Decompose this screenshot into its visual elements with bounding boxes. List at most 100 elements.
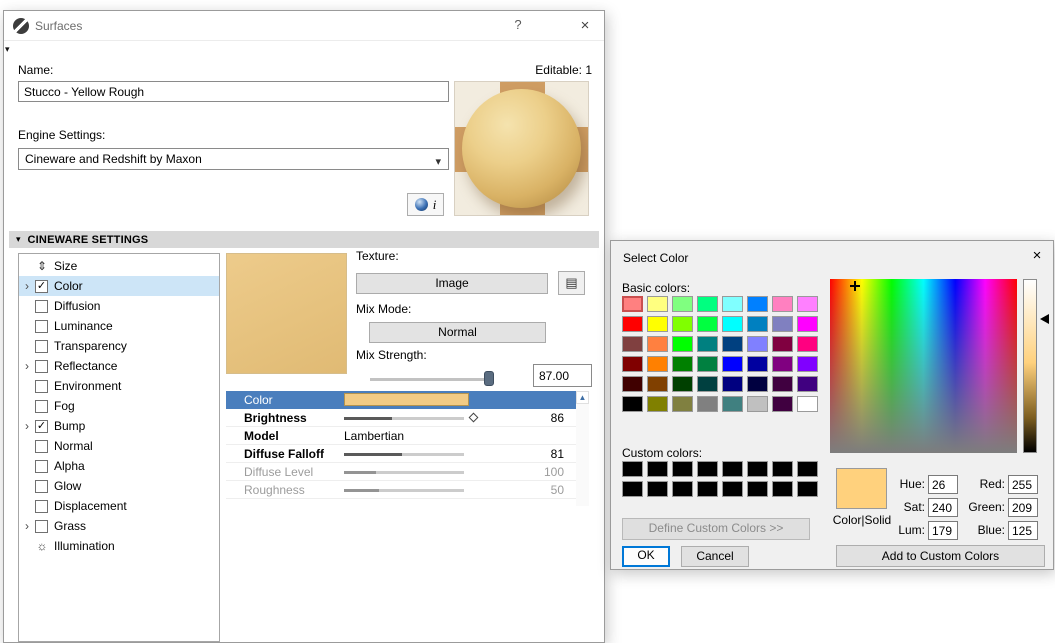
hue-input[interactable] xyxy=(928,475,958,494)
sat-input[interactable] xyxy=(928,498,958,517)
blue-input[interactable] xyxy=(1008,521,1038,540)
basic-color-swatch[interactable] xyxy=(797,336,818,352)
channel-checkbox-alpha[interactable] xyxy=(35,460,48,473)
basic-color-swatch[interactable] xyxy=(797,316,818,332)
custom-color-swatch[interactable] xyxy=(622,481,643,497)
basic-color-swatch[interactable] xyxy=(622,296,643,312)
channel-item-size[interactable]: ⇕Size xyxy=(19,256,219,276)
channel-checkbox-reflectance[interactable] xyxy=(35,360,48,373)
channel-checkbox-transparency[interactable] xyxy=(35,340,48,353)
luminance-bar[interactable] xyxy=(1023,279,1037,453)
basic-color-swatch[interactable] xyxy=(722,396,743,412)
channel-checkbox-glow[interactable] xyxy=(35,480,48,493)
channel-checkbox-bump[interactable]: ✓ xyxy=(35,420,48,433)
basic-color-swatch[interactable] xyxy=(747,376,768,392)
custom-color-swatch[interactable] xyxy=(647,461,668,477)
basic-color-swatch[interactable] xyxy=(697,316,718,332)
texture-image-button[interactable]: Image xyxy=(356,273,548,294)
basic-color-swatch[interactable] xyxy=(622,396,643,412)
basic-color-swatch[interactable] xyxy=(772,316,793,332)
mix-mode-button[interactable]: Normal xyxy=(369,322,546,343)
channel-item-reflectance[interactable]: ›Reflectance xyxy=(19,356,219,376)
slider-track[interactable] xyxy=(344,417,464,420)
basic-color-swatch[interactable] xyxy=(647,316,668,332)
expand-arrow-icon[interactable]: › xyxy=(19,360,35,372)
lum-input[interactable] xyxy=(928,521,958,540)
basic-color-swatch[interactable] xyxy=(697,376,718,392)
basic-color-swatch[interactable] xyxy=(647,376,668,392)
mix-strength-value-input[interactable] xyxy=(533,364,592,387)
cinema4d-button[interactable]: i xyxy=(407,193,444,216)
channel-checkbox-luminance[interactable] xyxy=(35,320,48,333)
channel-item-displacement[interactable]: Displacement xyxy=(19,496,219,516)
basic-color-swatch[interactable] xyxy=(797,396,818,412)
property-row-diffuse-falloff[interactable]: Diffuse Falloff81 xyxy=(226,445,576,463)
basic-color-swatch[interactable] xyxy=(722,336,743,352)
channel-checkbox-grass[interactable] xyxy=(35,520,48,533)
basic-color-swatch[interactable] xyxy=(747,336,768,352)
engine-settings-dropdown[interactable]: Cineware and Redshift by Maxon ▾ xyxy=(18,148,449,170)
slider-track[interactable] xyxy=(344,453,464,456)
custom-color-swatch[interactable] xyxy=(697,461,718,477)
basic-color-swatch[interactable] xyxy=(797,356,818,372)
channel-item-luminance[interactable]: Luminance xyxy=(19,316,219,336)
channel-item-environment[interactable]: Environment xyxy=(19,376,219,396)
slider-diamond-handle[interactable] xyxy=(469,413,479,423)
basic-color-swatch[interactable] xyxy=(797,376,818,392)
slider-track[interactable] xyxy=(344,471,464,474)
property-row-brightness[interactable]: Brightness86 xyxy=(226,409,576,427)
custom-color-swatch[interactable] xyxy=(672,481,693,497)
property-row-roughness[interactable]: Roughness50 xyxy=(226,481,576,499)
green-input[interactable] xyxy=(1008,498,1038,517)
basic-color-swatch[interactable] xyxy=(672,296,693,312)
channel-checkbox-fog[interactable] xyxy=(35,400,48,413)
expand-arrow-icon[interactable]: › xyxy=(19,520,35,532)
basic-color-swatch[interactable] xyxy=(772,356,793,372)
basic-color-swatch[interactable] xyxy=(797,296,818,312)
basic-color-swatch[interactable] xyxy=(697,396,718,412)
basic-color-swatch[interactable] xyxy=(747,296,768,312)
basic-color-swatch[interactable] xyxy=(622,356,643,372)
custom-color-swatch[interactable] xyxy=(647,481,668,497)
channel-item-alpha[interactable]: Alpha xyxy=(19,456,219,476)
basic-color-swatch[interactable] xyxy=(622,336,643,352)
basic-color-swatch[interactable] xyxy=(647,336,668,352)
basic-color-swatch[interactable] xyxy=(697,336,718,352)
cancel-button[interactable]: Cancel xyxy=(681,546,749,567)
basic-color-swatch[interactable] xyxy=(697,356,718,372)
basic-color-swatch[interactable] xyxy=(722,376,743,392)
basic-color-swatch[interactable] xyxy=(772,336,793,352)
basic-color-swatch[interactable] xyxy=(647,396,668,412)
scroll-up-arrow-icon[interactable]: ▲ xyxy=(576,391,589,404)
basic-color-swatch[interactable] xyxy=(672,356,693,372)
help-button[interactable]: ? xyxy=(507,17,529,37)
mix-strength-slider-track[interactable] xyxy=(370,378,487,381)
channel-item-bump[interactable]: ›✓Bump xyxy=(19,416,219,436)
custom-color-swatch[interactable] xyxy=(747,461,768,477)
surfaces-titlebar[interactable]: Surfaces ? × xyxy=(4,11,604,41)
panel-collapse-arrow-icon[interactable]: ▾ xyxy=(5,44,10,55)
channel-item-grass[interactable]: ›Grass xyxy=(19,516,219,536)
basic-color-swatch[interactable] xyxy=(697,296,718,312)
custom-color-swatch[interactable] xyxy=(772,481,793,497)
close-icon[interactable]: × xyxy=(1021,241,1053,270)
custom-color-swatch[interactable] xyxy=(772,461,793,477)
custom-color-swatch[interactable] xyxy=(747,481,768,497)
channel-checkbox-displacement[interactable] xyxy=(35,500,48,513)
basic-color-swatch[interactable] xyxy=(747,356,768,372)
cineware-settings-header[interactable]: ▾ CINEWARE SETTINGS xyxy=(9,231,599,248)
channel-item-glow[interactable]: Glow xyxy=(19,476,219,496)
basic-color-swatch[interactable] xyxy=(772,296,793,312)
luminance-slider-arrow[interactable] xyxy=(1040,314,1049,324)
channel-item-illumination[interactable]: ☼Illumination xyxy=(19,536,219,556)
custom-color-swatch[interactable] xyxy=(697,481,718,497)
basic-color-swatch[interactable] xyxy=(722,316,743,332)
hue-saturation-gradient-field[interactable] xyxy=(830,279,1017,453)
basic-color-swatch[interactable] xyxy=(622,376,643,392)
basic-color-swatch[interactable] xyxy=(622,316,643,332)
custom-color-swatch[interactable] xyxy=(722,481,743,497)
channel-item-color[interactable]: ›✓Color xyxy=(19,276,219,296)
channel-item-transparency[interactable]: Transparency xyxy=(19,336,219,356)
basic-color-swatch[interactable] xyxy=(772,376,793,392)
basic-color-swatch[interactable] xyxy=(647,296,668,312)
